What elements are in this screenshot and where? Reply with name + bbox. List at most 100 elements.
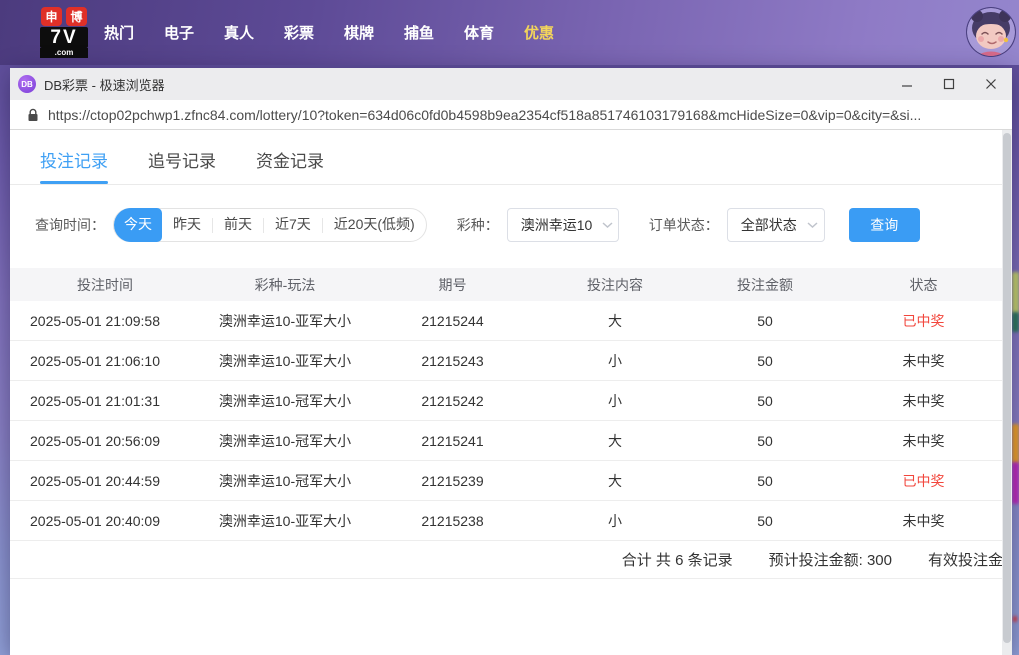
status-filter-label: 订单状态： xyxy=(648,217,719,233)
nav-item-lottery[interactable]: 彩票 xyxy=(284,22,314,43)
avatar-illustration xyxy=(966,7,1016,57)
cell-issue: 21215242 xyxy=(421,392,484,409)
col-header-amount: 投注金额 xyxy=(737,276,793,293)
cell-content: 大 xyxy=(608,472,622,489)
cell-amount: 50 xyxy=(757,352,773,369)
tab-chase-records[interactable]: 追号记录 xyxy=(148,147,216,184)
nav-item-sports[interactable]: 体育 xyxy=(464,22,494,43)
cell-game: 澳洲幸运10-亚军大小 xyxy=(218,512,352,529)
nav-item-slots[interactable]: 电子 xyxy=(164,22,194,43)
cell-amount: 50 xyxy=(757,472,773,489)
tab-fund-records[interactable]: 资金记录 xyxy=(256,147,324,184)
time-option-yesterday[interactable]: 昨天 xyxy=(162,208,212,242)
table-summary-row: 合计 共 6 条记录 预计投注金额: 300 有效投注金 xyxy=(10,541,1012,579)
nav-item-promo[interactable]: 优惠 xyxy=(524,22,554,43)
cell-issue: 21215239 xyxy=(421,472,484,489)
table-row: 2025-05-01 20:56:09 澳洲幸运10-冠军大小 21215241… xyxy=(10,421,1012,461)
chevron-down-icon xyxy=(592,222,613,228)
chevron-down-icon xyxy=(797,222,818,228)
maximize-icon xyxy=(943,78,955,90)
col-header-status: 状态 xyxy=(909,276,938,293)
logo-badge-shen: 申 xyxy=(41,7,62,26)
nav-item-live[interactable]: 真人 xyxy=(224,22,254,43)
site-logo[interactable]: 申 博 7V .com xyxy=(40,7,88,58)
table-row: 2025-05-01 21:01:31 澳洲幸运10-冠军大小 21215242… xyxy=(10,381,1012,421)
status-badge: 已中奖 xyxy=(902,312,945,329)
cell-game: 澳洲幸运10-亚军大小 xyxy=(218,312,352,329)
browser-window: DB DB彩票 - 极速浏览器 https://ctop02pchwp1.zfn… xyxy=(10,68,1012,655)
logo-sub-text: .com xyxy=(40,48,88,58)
nav-item-cards[interactable]: 棋牌 xyxy=(344,22,374,43)
table-row: 2025-05-01 21:06:10 澳洲幸运10-亚军大小 21215243… xyxy=(10,341,1012,381)
cell-issue: 21215241 xyxy=(421,432,484,449)
status-badge: 未中奖 xyxy=(902,352,945,369)
logo-badge-bo: 博 xyxy=(66,7,87,26)
tab-bar: 投注记录 追号记录 资金记录 xyxy=(10,130,1012,185)
cell-time: 2025-05-01 21:09:58 xyxy=(30,312,160,329)
cell-issue: 21215244 xyxy=(421,312,484,329)
table-header-row: 投注时间 彩种-玩法 期号 投注内容 投注金额 状态 xyxy=(10,268,1012,301)
site-header: 申 博 7V .com 热门 电子 真人 彩票 棋牌 捕鱼 体育 优惠 xyxy=(0,0,1019,65)
scrollbar[interactable] xyxy=(1002,130,1012,655)
cell-issue: 21215238 xyxy=(421,512,484,529)
tab-bet-records[interactable]: 投注记录 xyxy=(40,147,108,184)
window-titlebar: DB DB彩票 - 极速浏览器 xyxy=(10,68,1012,100)
time-option-7days[interactable]: 近7天 xyxy=(264,208,322,242)
lottery-select[interactable]: 澳洲幸运10 xyxy=(506,208,619,242)
summary-expected-amount: 预计投注金额: 300 xyxy=(768,552,892,569)
cell-time: 2025-05-01 20:44:59 xyxy=(30,472,160,489)
logo-badges: 申 博 xyxy=(40,7,88,26)
close-button[interactable] xyxy=(970,68,1012,100)
bet-records-table: 投注时间 彩种-玩法 期号 投注内容 投注金额 状态 2025-05-01 21… xyxy=(10,268,1012,579)
status-badge: 未中奖 xyxy=(902,392,945,409)
filter-bar: 查询时间： 今天 昨天 前天 近7天 近20天(低频) 彩种： 澳洲幸运10 订… xyxy=(35,208,1012,242)
table-row: 2025-05-01 20:40:09 澳洲幸运10-亚军大小 21215238… xyxy=(10,501,1012,541)
user-avatar[interactable] xyxy=(965,6,1017,58)
cell-time: 2025-05-01 21:01:31 xyxy=(30,392,160,409)
cell-content: 小 xyxy=(608,352,622,369)
status-badge: 未中奖 xyxy=(902,432,945,449)
cell-game: 澳洲幸运10-冠军大小 xyxy=(218,432,352,449)
table-row: 2025-05-01 20:44:59 澳洲幸运10-冠军大小 21215239… xyxy=(10,461,1012,501)
time-option-20days[interactable]: 近20天(低频) xyxy=(323,208,426,242)
lock-icon xyxy=(27,108,39,122)
lottery-select-value: 澳洲幸运10 xyxy=(520,217,593,233)
cell-game: 澳洲幸运10-冠军大小 xyxy=(218,392,352,409)
url-text: https://ctop02pchwp1.zfnc84.com/lottery/… xyxy=(48,106,922,123)
cell-content: 大 xyxy=(608,312,622,329)
close-icon xyxy=(986,79,996,89)
window-title: DB彩票 - 极速浏览器 xyxy=(44,77,165,93)
nav-item-hot[interactable]: 热门 xyxy=(104,22,134,43)
scrollbar-thumb[interactable] xyxy=(1003,133,1011,643)
page-content: 投注记录 追号记录 资金记录 查询时间： 今天 昨天 前天 近7天 近20天(低… xyxy=(10,130,1012,654)
time-option-daybefore[interactable]: 前天 xyxy=(213,208,263,242)
order-status-select[interactable]: 全部状态 xyxy=(726,208,825,242)
status-badge: 未中奖 xyxy=(902,512,945,529)
window-controls xyxy=(886,68,1012,100)
cell-content: 大 xyxy=(608,432,622,449)
cell-amount: 50 xyxy=(757,392,773,409)
minimize-button[interactable] xyxy=(886,68,928,100)
nav-item-fishing[interactable]: 捕鱼 xyxy=(404,22,434,43)
cell-time: 2025-05-01 21:06:10 xyxy=(30,352,160,369)
time-range-group: 今天 昨天 前天 近7天 近20天(低频) xyxy=(113,208,427,242)
address-bar[interactable]: https://ctop02pchwp1.zfnc84.com/lottery/… xyxy=(10,100,1012,130)
cell-content: 小 xyxy=(608,512,622,529)
cell-time: 2025-05-01 20:56:09 xyxy=(30,432,160,449)
time-filter-label: 查询时间： xyxy=(35,217,105,233)
minimize-icon xyxy=(902,85,912,87)
time-option-today[interactable]: 今天 xyxy=(114,208,162,242)
col-header-issue: 期号 xyxy=(438,276,467,293)
maximize-button[interactable] xyxy=(928,68,970,100)
col-header-game: 彩种-玩法 xyxy=(254,276,316,293)
db-favicon: DB xyxy=(18,75,36,93)
status-badge: 已中奖 xyxy=(902,472,945,489)
cell-issue: 21215243 xyxy=(421,352,484,369)
col-header-content: 投注内容 xyxy=(587,276,643,293)
cell-time: 2025-05-01 20:40:09 xyxy=(30,512,160,529)
status-select-value: 全部状态 xyxy=(740,217,797,233)
cell-game: 澳洲幸运10-冠军大小 xyxy=(218,472,352,489)
cell-amount: 50 xyxy=(757,432,773,449)
search-button[interactable]: 查询 xyxy=(848,208,920,242)
cell-game: 澳洲幸运10-亚军大小 xyxy=(218,352,352,369)
